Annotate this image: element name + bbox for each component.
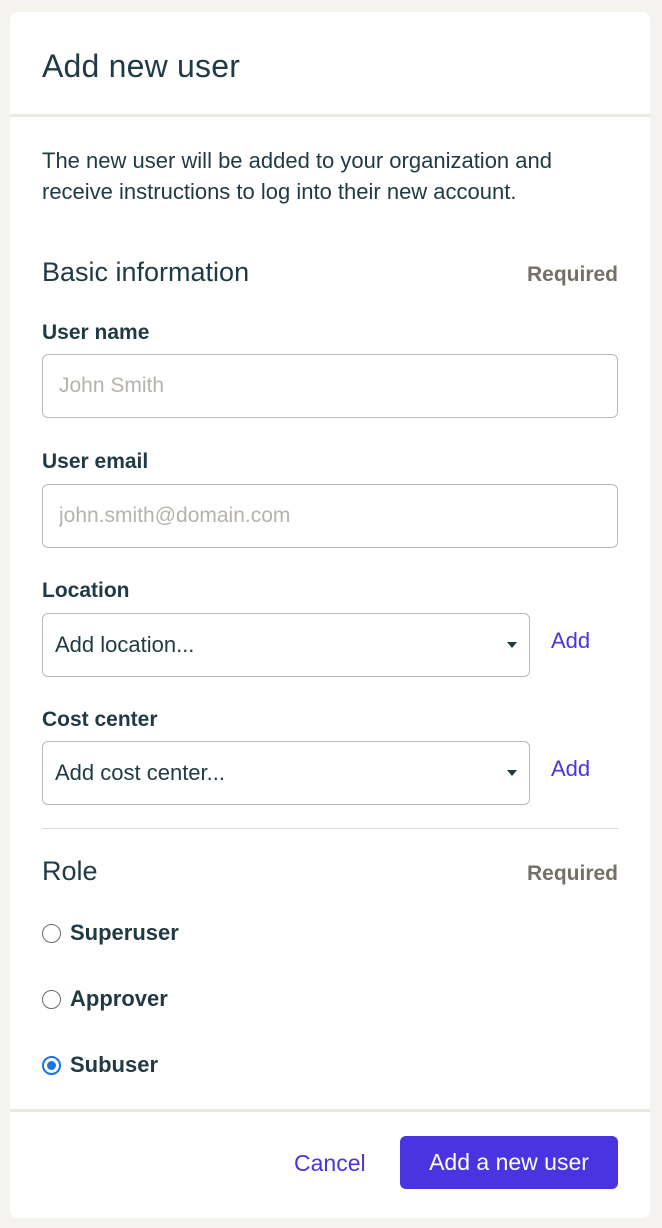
cost-center-select[interactable]: Add cost center... <box>42 741 530 805</box>
radio-button[interactable] <box>42 989 61 1009</box>
location-label: Location <box>42 579 130 602</box>
user-email-label: User email <box>42 450 149 473</box>
radio-button[interactable] <box>42 923 61 943</box>
user-name-label: User name <box>42 321 150 344</box>
basic-info-heading: Basic information <box>42 257 250 287</box>
role-heading: Role <box>42 856 98 886</box>
location-select-value: Add location... <box>55 632 195 657</box>
add-cost-center-link[interactable]: Add <box>551 756 590 782</box>
radio-button-checked[interactable] <box>42 1055 61 1075</box>
location-select[interactable]: Add location... <box>42 613 530 677</box>
basic-info-required-badge: Required <box>526 263 618 286</box>
section-divider <box>42 828 618 829</box>
modal-header: Add new user <box>10 12 650 117</box>
caret-down-icon <box>507 770 517 776</box>
role-option-label: Approver <box>70 986 168 1011</box>
role-option-label: Superuser <box>70 920 179 945</box>
caret-down-icon <box>507 642 517 648</box>
modal-footer: Cancel Add a new user <box>10 1109 650 1218</box>
modal-title: Add new user <box>42 48 241 84</box>
role-option-approver[interactable]: Approver <box>42 986 168 1012</box>
add-user-modal: Add new user The new user will be added … <box>10 12 650 1218</box>
add-new-user-button[interactable]: Add a new user <box>400 1136 618 1189</box>
add-location-link[interactable]: Add <box>551 628 590 654</box>
user-name-input[interactable] <box>42 354 618 418</box>
role-required-badge: Required <box>526 862 618 885</box>
intro-text: The new user will be added to your organ… <box>42 148 552 204</box>
cost-center-label: Cost center <box>42 708 158 731</box>
user-email-input[interactable] <box>42 484 618 548</box>
role-option-label: Subuser <box>70 1052 159 1077</box>
cancel-button[interactable]: Cancel <box>294 1150 366 1177</box>
role-option-subuser[interactable]: Subuser <box>42 1052 158 1078</box>
cost-center-select-value: Add cost center... <box>55 760 225 785</box>
role-option-superuser[interactable]: Superuser <box>42 920 179 946</box>
